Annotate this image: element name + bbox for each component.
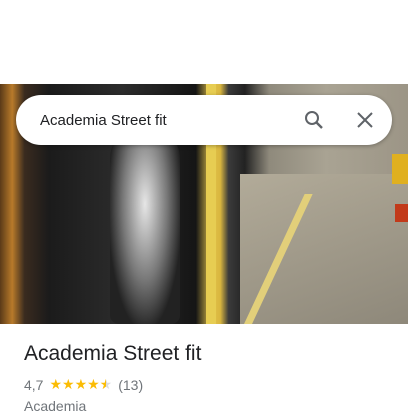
- full-stars-icon: ★★★★: [49, 376, 100, 392]
- review-count[interactable]: (13): [118, 377, 143, 393]
- half-star-icon: ★: [99, 376, 113, 392]
- close-icon[interactable]: [353, 108, 377, 132]
- star-rating: ★★★★★: [49, 376, 112, 393]
- place-title: Academia Street fit: [24, 342, 202, 365]
- search-icon[interactable]: [302, 108, 326, 132]
- photo-figure: [110, 124, 180, 324]
- photo-sign: [392, 154, 408, 184]
- search-bar: [16, 95, 392, 145]
- search-input[interactable]: [40, 111, 280, 129]
- rating-row[interactable]: 4,7 ★★★★★ (13): [24, 376, 143, 393]
- rating-value: 4,7: [24, 376, 44, 393]
- photo-red: [395, 204, 408, 222]
- photo-floor: [240, 174, 408, 324]
- place-category: Academia: [24, 398, 87, 414]
